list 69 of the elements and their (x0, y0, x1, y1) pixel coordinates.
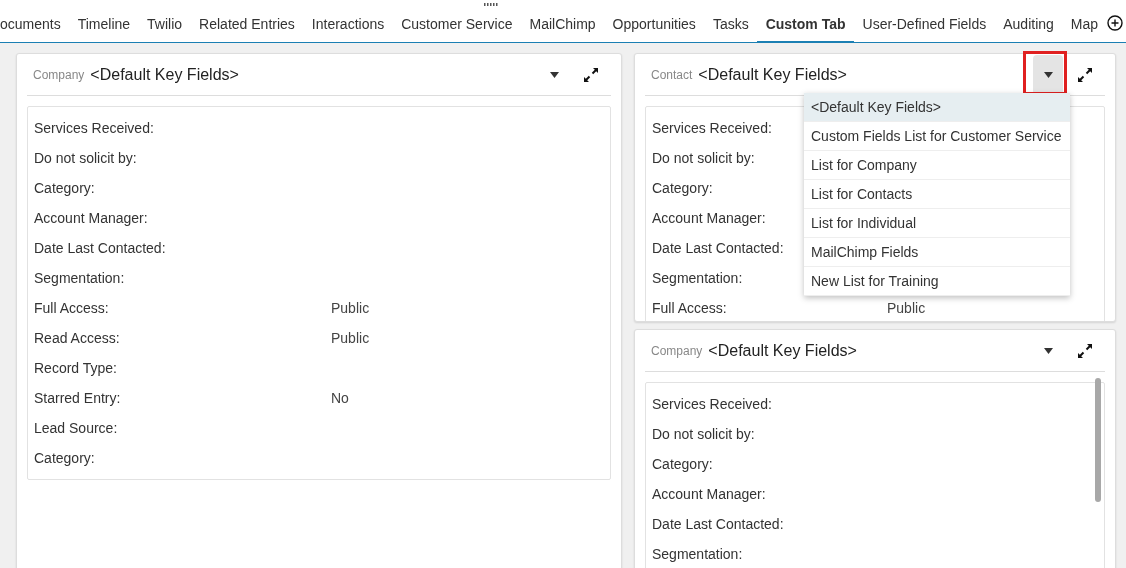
expand-button[interactable] (1077, 342, 1093, 359)
menu-item[interactable]: List for Contacts (804, 180, 1070, 209)
tab[interactable]: Customer Service (392, 16, 521, 43)
entity-label: Contact (651, 67, 693, 82)
field-label: Services Received: (652, 120, 772, 136)
tab[interactable]: Tasks (704, 16, 758, 43)
field-label: Date Last Contacted: (34, 240, 166, 256)
field-label: Date Last Contacted: (652, 516, 784, 532)
field-label: Lead Source: (34, 420, 118, 436)
field-label: Services Received: (652, 396, 772, 412)
expand-icon (1077, 66, 1093, 83)
menu-item[interactable]: List for Company (804, 151, 1070, 180)
scrollbar-thumb[interactable] (1095, 378, 1101, 502)
field-label: Do not solicit by: (652, 150, 755, 166)
tab[interactable]: Twilio (138, 16, 191, 43)
menu-item[interactable]: Custom Fields List for Customer Service (804, 122, 1070, 151)
menu-item[interactable]: New List for Training (804, 267, 1070, 296)
field-label: Full Access: (34, 300, 109, 316)
expand-button[interactable] (583, 66, 599, 83)
tab[interactable]: Auditing (994, 16, 1063, 43)
tab[interactable]: Timeline (69, 16, 139, 43)
drag-handle-icon[interactable] (484, 3, 498, 7)
menu-item[interactable]: <Default Key Fields> (804, 93, 1070, 122)
field-label: Read Access: (34, 330, 120, 346)
tab[interactable]: ocuments (0, 16, 70, 43)
field-label: Starred Entry: (34, 390, 121, 406)
field-label: Category: (652, 180, 713, 196)
field-label: Segmentation: (652, 270, 743, 286)
field-value: Public (887, 300, 926, 316)
field-label: Full Access: (652, 300, 727, 316)
field-label: Account Manager: (652, 486, 766, 502)
caret-icon (549, 71, 559, 78)
tab[interactable]: Interactions (303, 16, 393, 43)
caret-icon (1043, 71, 1053, 78)
field-label: Date Last Contacted: (652, 240, 784, 256)
field-value: Public (331, 300, 370, 316)
field-label: Do not solicit by: (652, 426, 755, 442)
tab[interactable]: User-Defined Fields (854, 16, 995, 43)
field-label: Services Received: (34, 120, 154, 136)
field-label: Category: (34, 180, 95, 196)
field-label: Account Manager: (652, 210, 766, 226)
tab[interactable]: Custom Tab (757, 16, 855, 43)
menu-item[interactable]: List for Individual (804, 209, 1070, 238)
panel-title: <Default Key Fields> (708, 341, 858, 360)
tab[interactable]: Map (1062, 16, 1107, 43)
field-label: Account Manager: (34, 210, 148, 226)
tab[interactable]: Related Entries (190, 16, 304, 43)
field-label: Do not solicit by: (34, 150, 137, 166)
list-dropdown-button[interactable] (1033, 54, 1063, 95)
field-value: No (331, 390, 349, 406)
entity-label: Company (651, 343, 703, 358)
panel-title: <Default Key Fields> (90, 65, 240, 84)
add-tab-button[interactable] (1106, 15, 1123, 31)
field-label: Segmentation: (34, 270, 125, 286)
entity-label: Company (33, 67, 85, 82)
caret-icon (1043, 347, 1053, 354)
plus-circle-icon (1106, 15, 1123, 31)
tab[interactable]: MailChimp (520, 16, 605, 43)
menu-item[interactable]: MailChimp Fields (804, 238, 1070, 267)
field-label: Record Type: (34, 360, 117, 376)
tab[interactable]: Opportunities (604, 16, 705, 43)
panel-title: <Default Key Fields> (698, 65, 848, 84)
expand-icon (1077, 342, 1093, 359)
field-label: Category: (34, 450, 95, 466)
field-value: Public (331, 330, 370, 346)
expand-icon (583, 66, 599, 83)
expand-button[interactable] (1077, 66, 1093, 83)
field-label: Category: (652, 456, 713, 472)
field-label: Segmentation: (652, 546, 743, 562)
